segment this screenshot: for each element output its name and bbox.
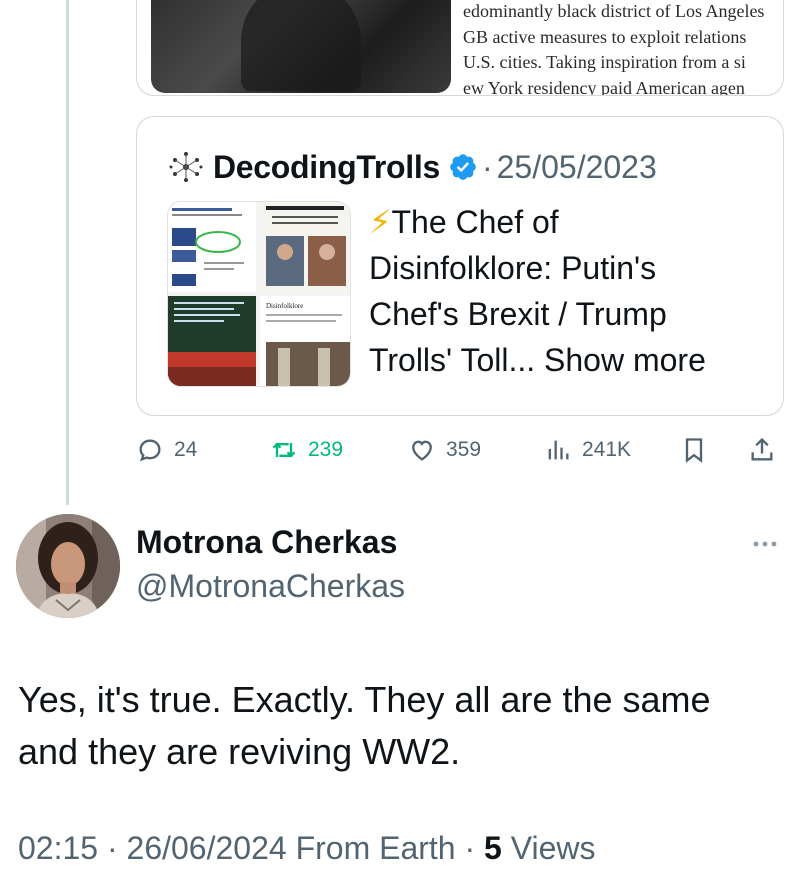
heart-icon bbox=[412, 440, 432, 461]
views-button[interactable]: 241K bbox=[544, 430, 631, 470]
tweet-text-line: and they are reviving WW2. bbox=[18, 731, 461, 772]
verified-badge-icon bbox=[450, 154, 476, 180]
tweet-text: Yes, it's true. Exactly. They all are th… bbox=[18, 674, 788, 778]
article-line: ew York residency paid American agen bbox=[463, 77, 745, 96]
article-line: edominantly black district of Los Angele… bbox=[463, 1, 765, 21]
quoted-author-name[interactable]: DecodingTrolls bbox=[213, 149, 440, 186]
retweet-icon bbox=[272, 442, 296, 458]
quoted-text-line: The Chef of bbox=[391, 204, 559, 240]
embedded-article-card[interactable]: edominantly black district of Los Angele… bbox=[136, 0, 784, 96]
decodingtrolls-logo-icon bbox=[169, 152, 203, 182]
reply-count: 24 bbox=[174, 438, 198, 461]
avatar[interactable] bbox=[16, 514, 120, 618]
author-name[interactable]: Motrona Cherkas bbox=[136, 524, 397, 561]
thumbnail-collage-image: Disinfolklore bbox=[168, 202, 350, 386]
article-line: GB active measures to exploit relations bbox=[463, 26, 747, 47]
like-count: 359 bbox=[446, 438, 482, 461]
reply-button[interactable]: 24 bbox=[136, 430, 197, 470]
article-line: U.S. cities. Taking inspiration from a s… bbox=[463, 52, 746, 72]
tweet-action-bar: 24 239 359 241K bbox=[136, 430, 782, 470]
tweet-time[interactable]: 02:15 bbox=[18, 830, 98, 866]
share-icon bbox=[751, 437, 773, 461]
like-button[interactable]: 359 bbox=[408, 430, 481, 470]
quoted-tweet-thumbnail[interactable]: Disinfolklore bbox=[167, 201, 351, 387]
quoted-text-line: Chef's Brexit / Trump bbox=[369, 296, 667, 332]
views-label: Views bbox=[510, 830, 596, 866]
retweet-button[interactable]: 239 bbox=[270, 430, 343, 470]
retweet-count: 239 bbox=[308, 438, 344, 461]
avatar-photo bbox=[16, 514, 120, 618]
author-handle[interactable]: @MotronaCherkas bbox=[136, 568, 405, 605]
quoted-tweet-date[interactable]: 25/05/2023 bbox=[497, 149, 657, 186]
reply-icon bbox=[139, 439, 161, 462]
article-excerpt: edominantly black district of Los Angele… bbox=[463, 0, 783, 96]
quoted-tweet-header: DecodingTrolls · 25/05/2023 bbox=[167, 147, 657, 187]
view-count: 241K bbox=[582, 438, 632, 461]
bar-chart-icon bbox=[548, 440, 569, 460]
tweet-date-location: · 26/06/2024 From Earth · bbox=[106, 830, 476, 866]
thread-line bbox=[66, 0, 69, 505]
separator-dot: · bbox=[481, 148, 493, 185]
bookmark-button[interactable] bbox=[680, 430, 718, 470]
quoted-tweet-text: ⚡The Chef of Disinfolklore: Putin's Chef… bbox=[369, 199, 769, 383]
tweet-text-line: Yes, it's true. Exactly. They all are th… bbox=[18, 679, 711, 720]
quoted-tweet-card[interactable]: DecodingTrolls · 25/05/2023 Disinfolklor… bbox=[136, 116, 784, 416]
show-more-link[interactable]: Show more bbox=[544, 342, 706, 378]
quoted-text-line: Disinfolklore: Putin's bbox=[369, 250, 657, 286]
views-count: 5 bbox=[484, 830, 502, 866]
share-button[interactable] bbox=[748, 430, 786, 470]
more-options-icon[interactable] bbox=[750, 534, 780, 554]
bookmark-icon bbox=[685, 438, 703, 463]
article-photo bbox=[151, 0, 451, 93]
lightning-emoji-icon: ⚡ bbox=[369, 204, 392, 240]
quoted-text-line: Trolls' Toll... bbox=[369, 342, 536, 378]
tweet-metadata: 02:15 · 26/06/2024 From Earth · 5 Views bbox=[18, 830, 596, 867]
thumb-label: Disinfolklore bbox=[266, 302, 303, 310]
